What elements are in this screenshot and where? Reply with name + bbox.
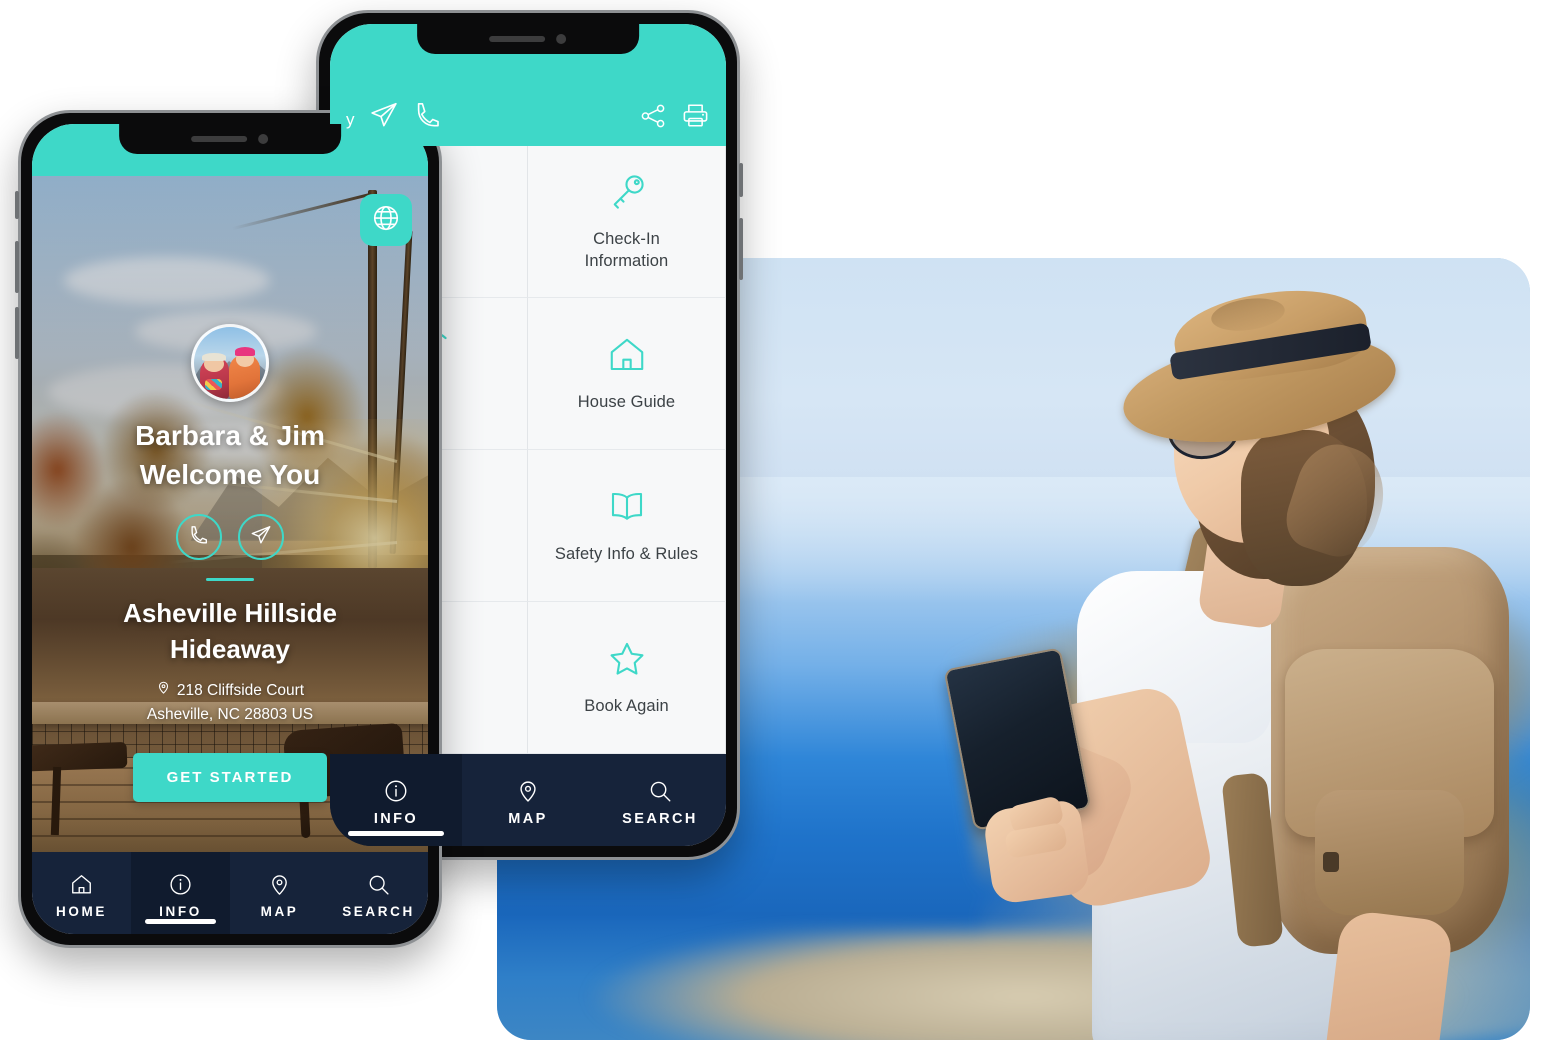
bottom-tabbar-welcome: HOME INFO MAP SEARCH	[32, 852, 428, 934]
menu-item-label: Safety Info & Rules	[554, 544, 699, 563]
printer-icon[interactable]	[681, 101, 710, 130]
tab-info[interactable]: INFO	[330, 754, 462, 846]
welcome-heading: Barbara & Jim Welcome You	[135, 417, 325, 494]
host-contact-actions	[176, 514, 284, 561]
tab-label: SEARCH	[342, 903, 415, 919]
call-host-button[interactable]	[176, 514, 222, 561]
map-pin-icon	[156, 679, 171, 703]
phone-notch	[119, 124, 341, 154]
mockup-stage: y Check-In Information House Guide Safet…	[0, 0, 1568, 1060]
front-camera	[556, 34, 567, 44]
bottom-tabbar-menu: INFO MAP SEARCH	[330, 754, 726, 846]
backpack-buckle	[1322, 852, 1339, 873]
tab-label: MAP	[508, 810, 548, 827]
phone-side-button[interactable]	[739, 163, 743, 197]
tab-label: HOME	[56, 903, 107, 919]
send-icon[interactable]	[369, 100, 399, 130]
welcome-line-1: Barbara & Jim	[135, 420, 325, 451]
photo-woman	[869, 258, 1530, 1040]
share-icon[interactable]	[639, 102, 667, 130]
get-started-button[interactable]: GET STARTED	[132, 753, 328, 803]
tab-info[interactable]: INFO	[131, 852, 230, 934]
tab-label: INFO	[159, 903, 202, 919]
property-address: 218 Cliffside Court Asheville, NC 28803 …	[147, 679, 313, 727]
map-pin-icon	[520, 780, 536, 802]
language-globe-button[interactable]	[360, 194, 412, 246]
menu-item-label: Book Again	[584, 696, 669, 715]
map-pin-icon	[272, 874, 287, 895]
tab-map[interactable]: MAP	[462, 754, 594, 846]
tab-label: INFO	[373, 810, 419, 827]
menu-item-safety-info-rules[interactable]: Safety Info & Rules	[528, 450, 726, 602]
tab-search[interactable]: SEARCH	[594, 754, 726, 846]
info-icon	[385, 780, 407, 801]
book-icon	[606, 486, 648, 528]
star-icon	[606, 638, 648, 680]
earpiece-speaker	[489, 36, 546, 42]
avatar	[191, 324, 269, 402]
welcome-line-2: Welcome You	[139, 458, 321, 490]
tab-map[interactable]: MAP	[230, 852, 329, 934]
address-line-1: 218 Cliffside Court	[176, 682, 305, 699]
phone-volume-button[interactable]	[15, 241, 19, 293]
phone-notch	[417, 24, 639, 54]
hero-content: Barbara & Jim Welcome You Asheville Hill…	[32, 324, 428, 803]
address-line-2: Asheville, NC 28803 US	[146, 706, 314, 724]
phone-icon	[188, 524, 210, 551]
front-camera	[258, 134, 269, 144]
tab-search[interactable]: SEARCH	[329, 852, 428, 934]
key-icon	[606, 171, 648, 213]
tab-label: MAP	[260, 903, 299, 919]
menu-item-label: House Guide	[577, 392, 676, 411]
page-title: Asheville Hillside Hideaway	[123, 596, 337, 668]
tab-label: SEARCH	[622, 810, 698, 827]
house-icon	[606, 334, 648, 376]
address-line-1-row: 218 Cliffside Court	[147, 679, 313, 703]
avatar-woman-cap	[201, 352, 227, 361]
phone-side-button[interactable]	[15, 191, 19, 219]
menu-item-label: Check-In Information	[584, 229, 669, 270]
home-icon	[72, 874, 91, 894]
hero-section: Barbara & Jim Welcome You Asheville Hill…	[32, 176, 428, 852]
message-host-button[interactable]	[238, 514, 284, 561]
menu-item-book-again[interactable]: Book Again	[528, 602, 726, 754]
property-name-line-1: Asheville Hillside	[123, 598, 337, 629]
tab-home[interactable]: HOME	[32, 852, 131, 934]
avatar-man-beanie	[235, 347, 256, 356]
earpiece-speaker	[191, 136, 248, 142]
globe-icon	[371, 203, 401, 238]
menu-item-check-in-information[interactable]: Check-In Information	[528, 146, 726, 298]
search-icon	[650, 781, 671, 801]
header-title: y	[346, 110, 355, 129]
section-divider	[206, 578, 254, 582]
phone-side-button[interactable]	[739, 218, 743, 280]
send-icon	[250, 524, 272, 551]
menu-item-house-guide[interactable]: House Guide	[528, 298, 726, 450]
phone-icon[interactable]	[413, 100, 443, 130]
search-icon	[369, 875, 389, 895]
property-name-line-2: Hideaway	[170, 634, 290, 665]
info-icon	[170, 873, 191, 895]
avatar-woman-scarf	[204, 378, 223, 391]
phone-volume-button[interactable]	[15, 307, 19, 359]
